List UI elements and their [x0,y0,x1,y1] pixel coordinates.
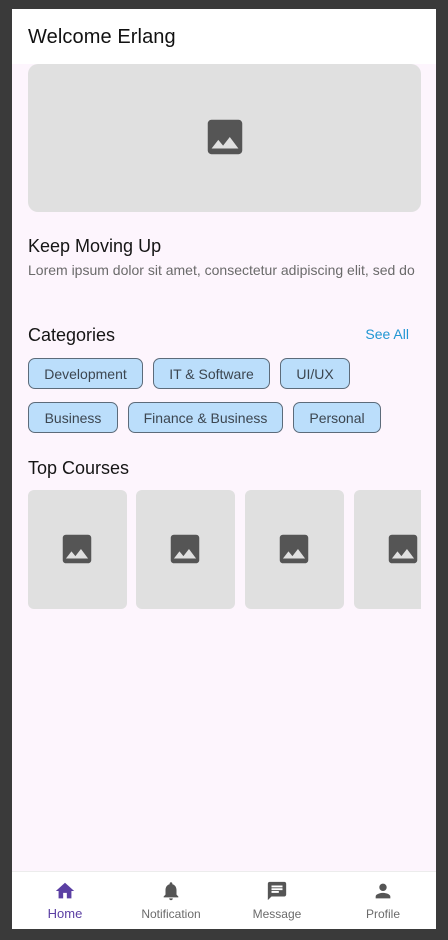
top-courses-carousel[interactable] [28,490,421,609]
category-chip-development[interactable]: Development [28,358,143,389]
image-placeholder-icon [279,534,309,564]
nav-message[interactable]: Message [224,872,330,929]
course-card[interactable] [136,490,235,609]
image-placeholder-icon [207,119,243,155]
course-card[interactable] [354,490,421,609]
category-chip-business[interactable]: Business [28,402,118,433]
image-placeholder-icon [388,534,418,564]
nav-notification[interactable]: Notification [118,872,224,929]
hero-title: Keep Moving Up [28,236,162,256]
message-icon [267,881,287,901]
nav-label: Notification [141,907,201,921]
category-chip-finance-business[interactable]: Finance & Business [128,402,283,433]
course-card[interactable] [28,490,127,609]
banner-image[interactable] [28,64,421,212]
category-chip-personal[interactable]: Personal [293,402,381,433]
category-chip-it-software[interactable]: IT & Software [153,358,270,389]
home-icon [55,882,75,899]
nav-label: Home [47,906,83,921]
categories-title: Categories [28,325,116,345]
nav-profile[interactable]: Profile [330,872,436,929]
image-placeholder-icon [170,534,200,564]
hero-description: Lorem ipsum dolor sit amet, consectetur … [28,262,415,278]
course-card[interactable] [245,490,344,609]
home-content[interactable]: Keep Moving Up Lorem ipsum dolor sit ame… [12,64,436,870]
see-all-link[interactable]: See All [365,326,409,342]
image-placeholder-icon [62,534,92,564]
bell-icon [163,882,179,901]
person-icon [375,883,391,899]
nav-home[interactable]: Home [12,872,118,929]
page-title: Welcome Erlang [28,26,176,48]
category-chip-ui-ux[interactable]: UI/UX [280,358,350,389]
app-screen: Welcome Erlang Keep Moving Up Lorem ipsu… [12,9,436,929]
top-courses-title: Top Courses [28,458,130,478]
app-bar: Welcome Erlang [12,9,436,64]
nav-label: Message [252,907,302,921]
bottom-navigation: Home Notification Message Profile [12,871,436,929]
nav-label: Profile [365,907,400,921]
